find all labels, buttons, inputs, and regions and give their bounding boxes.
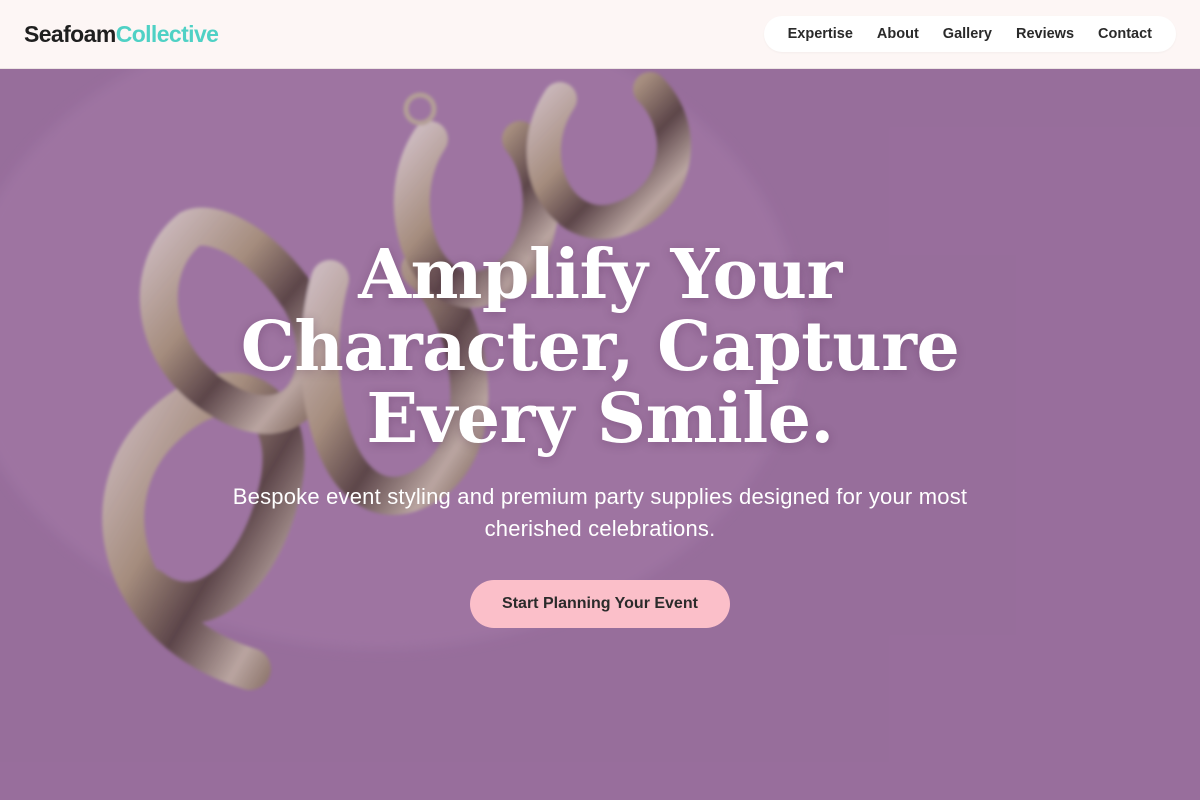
hero-subtitle: Bespoke event styling and premium party … <box>232 484 968 541</box>
nav-link-expertise[interactable]: Expertise <box>776 16 865 52</box>
main-nav: Expertise About Gallery Reviews Contact <box>763 16 1176 52</box>
site-header: SeafoamCollective Expertise About Galler… <box>0 0 1200 69</box>
nav-link-contact[interactable]: Contact <box>1086 16 1164 52</box>
logo-primary: Seafoam <box>24 20 116 47</box>
logo-accent: Collective <box>115 20 219 47</box>
start-planning-button[interactable]: Start Planning Your Event <box>470 580 730 628</box>
nav-link-gallery[interactable]: Gallery <box>931 16 1004 52</box>
nav-link-about[interactable]: About <box>865 16 931 52</box>
logo[interactable]: SeafoamCollective <box>24 20 219 48</box>
hero-content: Amplify Your Character, Capture Every Sm… <box>0 69 1200 800</box>
hero-title: Amplify Your Character, Capture Every Sm… <box>240 235 960 459</box>
nav-link-reviews[interactable]: Reviews <box>1004 16 1086 52</box>
hero-section: Amplify Your Character, Capture Every Sm… <box>0 69 1200 800</box>
